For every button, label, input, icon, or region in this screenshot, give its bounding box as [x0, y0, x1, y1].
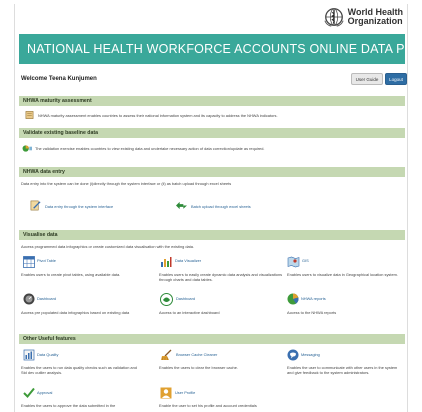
nhwa-reports-icon[interactable] — [287, 293, 299, 305]
data-visualizer-icon[interactable] — [160, 256, 172, 268]
approval-checkmark-icon[interactable] — [23, 387, 35, 398]
batch-upload-link[interactable]: Batch upload through excel sheets — [191, 204, 251, 209]
data-quality-icon[interactable] — [23, 349, 35, 361]
section-other-header: Other Useful features — [19, 334, 405, 344]
gis-map-icon[interactable] — [287, 256, 300, 268]
visualise-description: Access programmed data infographics or c… — [21, 244, 195, 249]
section-baseline-header: Validate existing baseline data — [19, 128, 405, 138]
assessment-document-icon[interactable] — [25, 110, 34, 120]
pivot-table-link[interactable]: Pivot Table — [37, 258, 56, 263]
section-entry-header: NHWA data entry — [19, 167, 405, 177]
who-emblem-icon — [324, 8, 344, 27]
who-name-line2: Organization — [347, 16, 403, 26]
gis-link[interactable]: GIS — [302, 258, 309, 263]
data-visualizer-link[interactable]: Data Visualizer — [175, 258, 201, 263]
page-container: World Health Organization NATIONAL HEALT… — [14, 4, 408, 412]
section-maturity-header: NHWA maturity assessment — [19, 96, 405, 106]
messaging-link[interactable]: Messaging — [301, 352, 320, 357]
approval-description: Enables the users to approve the data su… — [21, 403, 116, 408]
browser-cache-cleaner-icon[interactable] — [160, 349, 173, 361]
data-entry-icon[interactable] — [30, 200, 41, 211]
nhwa-reports-link[interactable]: NHWA reports — [301, 296, 326, 301]
batch-upload-icon[interactable] — [175, 200, 188, 211]
user-guide-button[interactable]: User Guide — [351, 73, 383, 85]
interactive-dashboard-link[interactable]: Dashboard — [176, 296, 195, 301]
welcome-text: Welcome Teena Kunjumen — [21, 76, 97, 82]
user-profile-icon[interactable] — [160, 387, 172, 399]
data-quality-link[interactable]: Data Quality — [37, 352, 58, 357]
data-visualizer-description: Enables users to easily create dynamic d… — [159, 272, 283, 282]
interactive-dashboard-description: Access to an interactive dashboard — [159, 310, 220, 315]
dashboard-icon[interactable] — [23, 293, 35, 305]
validation-chart-icon[interactable] — [22, 144, 33, 153]
maturity-description: NHWA maturity assessment enables countri… — [38, 113, 278, 118]
messaging-icon[interactable] — [287, 349, 299, 361]
baseline-description: The validation exercise enables countrie… — [35, 146, 265, 151]
nhwa-reports-description: Access to the NHWA reports — [287, 310, 337, 315]
interactive-dashboard-icon[interactable] — [160, 293, 173, 306]
platform-banner: NATIONAL HEALTH WORKFORCE ACCOUNTS ONLIN… — [19, 34, 407, 64]
dashboard-description: Access pre populated data infographics b… — [21, 310, 130, 315]
user-profile-description: Enable the user to set his profile and a… — [159, 403, 257, 408]
gis-description: Enables users to visualize data in Geogr… — [287, 272, 398, 277]
browser-cache-cleaner-link[interactable]: Browser Cache Cleaner — [176, 352, 217, 357]
data-entry-link[interactable]: Data entry through the system interface — [45, 204, 113, 209]
pivot-table-description: Enables users to create pivot tables, us… — [21, 272, 121, 277]
data-quality-description: Enables the users to run data quality ch… — [21, 365, 137, 375]
dashboard-link[interactable]: Dashboard — [37, 296, 56, 301]
messaging-description: Enables the user to communicate with oth… — [287, 365, 398, 375]
who-logo[interactable]: World Health Organization — [323, 6, 403, 28]
approval-link[interactable]: Approval — [37, 390, 52, 395]
logout-button[interactable]: Logout — [385, 73, 407, 85]
pivot-table-icon[interactable] — [23, 256, 35, 268]
browser-cache-cleaner-description: Enables the users to clear the browser c… — [159, 365, 238, 370]
user-profile-link[interactable]: User Profile — [175, 390, 195, 395]
section-visualise-header: Visualise data — [19, 230, 405, 240]
entry-description: Data entry into the system can be done (… — [21, 181, 232, 186]
